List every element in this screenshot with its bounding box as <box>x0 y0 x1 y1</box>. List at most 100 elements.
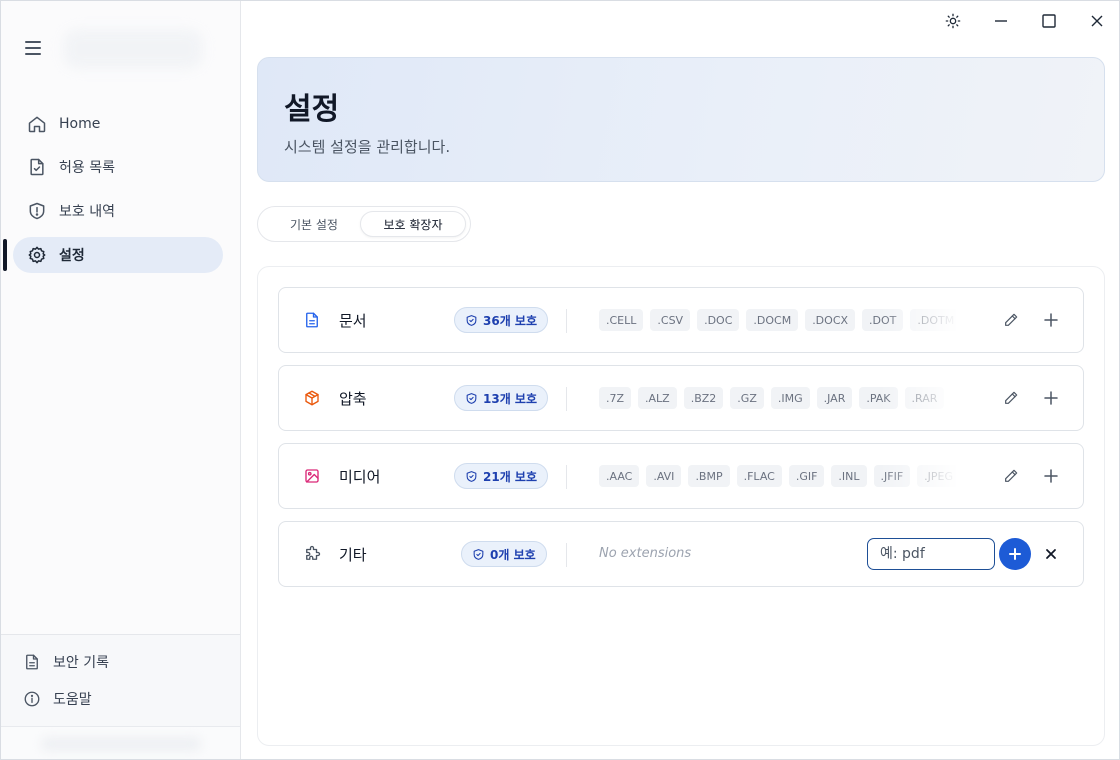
empty-extensions-text: No extensions <box>599 546 692 561</box>
category-row-documents: 문서 36개 보호 .CELL .CSV .DOC .DOCM .DOCX .D… <box>278 287 1084 353</box>
extension-chip: .JAR <box>816 387 853 409</box>
home-icon <box>28 116 46 133</box>
app-window: Home 허용 목록 보호 내역 설정 보안 기록 도움말 설정 시스템 설정을… <box>0 0 1120 760</box>
extension-chip: .DOT <box>862 309 904 331</box>
file-check-icon <box>30 158 44 176</box>
row-icon-wrap <box>303 467 321 485</box>
page-header: 설정 시스템 설정을 관리합니다. <box>257 57 1105 182</box>
close-icon <box>1046 549 1056 559</box>
extensions-panel: 문서 36개 보호 .CELL .CSV .DOC .DOCM .DOCX .D… <box>257 266 1105 746</box>
sidebar-item-label: 보안 기록 <box>53 655 109 671</box>
expand-button[interactable] <box>1040 465 1062 487</box>
row-icon-wrap <box>303 389 321 407</box>
badge-label: 13개 보호 <box>483 391 537 406</box>
add-extension-button[interactable] <box>999 538 1031 570</box>
extension-chip: .7Z <box>599 387 632 409</box>
gear-icon <box>28 246 46 264</box>
app-logo <box>63 29 203 69</box>
user-profile-blur <box>41 737 201 751</box>
extension-chip: .AAC <box>599 465 640 487</box>
extension-chip: .BMP <box>688 465 730 487</box>
tab-general-settings[interactable]: 기본 설정 <box>266 211 362 237</box>
extension-chip: .AVI <box>646 465 682 487</box>
maximize-button[interactable] <box>1037 9 1061 33</box>
sidebar-item-help[interactable]: 도움말 <box>23 687 92 711</box>
close-icon <box>1091 15 1103 27</box>
theme-toggle-button[interactable] <box>941 9 965 33</box>
divider <box>566 465 567 489</box>
category-name: 기타 <box>339 546 367 564</box>
extension-chip: .GZ <box>730 387 764 409</box>
menu-toggle-icon[interactable] <box>25 37 47 59</box>
close-button[interactable] <box>1085 9 1109 33</box>
active-indicator <box>3 239 7 271</box>
shield-check-icon <box>466 470 477 482</box>
plus-icon <box>1009 548 1021 560</box>
page-title: 설정 <box>284 92 340 127</box>
info-icon <box>24 691 40 707</box>
extension-chip-list: .7Z .ALZ .BZ2 .GZ .IMG .JAR .PAK .RAR <box>599 387 959 411</box>
sidebar-item-settings[interactable]: 설정 <box>13 237 223 273</box>
extension-chip: .DOTM <box>910 309 959 331</box>
settings-tabs: 기본 설정 보호 확장자 <box>257 206 471 242</box>
document-icon <box>306 312 318 328</box>
sidebar-item-label: Home <box>59 116 101 132</box>
badge-label: 21개 보호 <box>483 469 537 484</box>
category-row-archives: 압축 13개 보호 .7Z .ALZ .BZ2 .GZ .IMG .JAR .P… <box>278 365 1084 431</box>
box-icon <box>305 390 319 406</box>
extension-chip: .CELL <box>599 309 644 331</box>
extension-chip: .FLAC <box>736 465 782 487</box>
edit-button[interactable] <box>1000 309 1022 331</box>
extension-chip: .GIF <box>788 465 825 487</box>
badge-label: 36개 보호 <box>483 313 537 328</box>
minimize-button[interactable] <box>989 9 1013 33</box>
tab-protected-extensions[interactable]: 보호 확장자 <box>360 211 466 237</box>
category-name: 압축 <box>339 390 367 408</box>
extension-chip-list: .AAC .AVI .BMP .FLAC .GIF .INL .JFIF .JP… <box>599 465 959 489</box>
sidebar-item-protection-history[interactable]: 보호 내역 <box>13 193 223 229</box>
extension-chip: .RAR <box>904 387 945 409</box>
sidebar-item-label: 허용 목록 <box>59 160 115 176</box>
sidebar-item-security-log[interactable]: 보안 기록 <box>23 650 109 674</box>
sidebar-item-home[interactable]: Home <box>13 106 223 142</box>
sidebar-item-allowlist[interactable]: 허용 목록 <box>13 149 223 185</box>
badge-label: 0개 보호 <box>490 547 536 562</box>
extension-chip-list: .CELL .CSV .DOC .DOCM .DOCX .DOT .DOTM <box>599 309 959 333</box>
cancel-button[interactable] <box>1040 543 1062 565</box>
extension-chip: .JFIF <box>873 465 911 487</box>
row-icon-wrap <box>303 311 321 329</box>
plus-icon <box>1044 391 1058 405</box>
sun-icon <box>945 13 961 29</box>
protected-count-badge: 36개 보호 <box>454 307 548 333</box>
page-subtitle: 시스템 설정을 관리합니다. <box>284 138 451 156</box>
sidebar-item-label: 설정 <box>59 248 85 264</box>
shield-alert-icon <box>29 202 45 220</box>
expand-button[interactable] <box>1040 309 1062 331</box>
category-name: 문서 <box>339 312 367 330</box>
shield-check-icon <box>466 392 477 404</box>
edit-button[interactable] <box>1000 465 1022 487</box>
puzzle-icon <box>306 545 321 560</box>
extension-chip: .DOC <box>697 309 740 331</box>
extension-chip: .CSV <box>650 309 691 331</box>
edit-button[interactable] <box>1000 387 1022 409</box>
sidebar: Home 허용 목록 보호 내역 설정 보안 기록 도움말 <box>1 1 241 759</box>
extension-input[interactable] <box>867 538 995 570</box>
pencil-icon <box>1005 313 1018 326</box>
expand-button[interactable] <box>1040 387 1062 409</box>
image-icon <box>305 469 319 483</box>
shield-check-icon <box>473 548 484 560</box>
protected-count-badge: 21개 보호 <box>454 463 548 489</box>
extension-chip: .BZ2 <box>683 387 724 409</box>
row-icon-wrap <box>303 545 321 563</box>
document-icon <box>26 654 38 670</box>
divider <box>566 543 567 567</box>
minimize-icon <box>995 20 1007 22</box>
extension-chip: .IMG <box>770 387 810 409</box>
shield-check-icon <box>466 314 477 326</box>
extension-chip: .ALZ <box>638 387 677 409</box>
sidebar-item-label: 보호 내역 <box>59 204 115 220</box>
protected-count-badge: 0개 보호 <box>461 541 547 567</box>
category-row-media: 미디어 21개 보호 .AAC .AVI .BMP .FLAC .GIF .IN… <box>278 443 1084 509</box>
pencil-icon <box>1005 469 1018 482</box>
